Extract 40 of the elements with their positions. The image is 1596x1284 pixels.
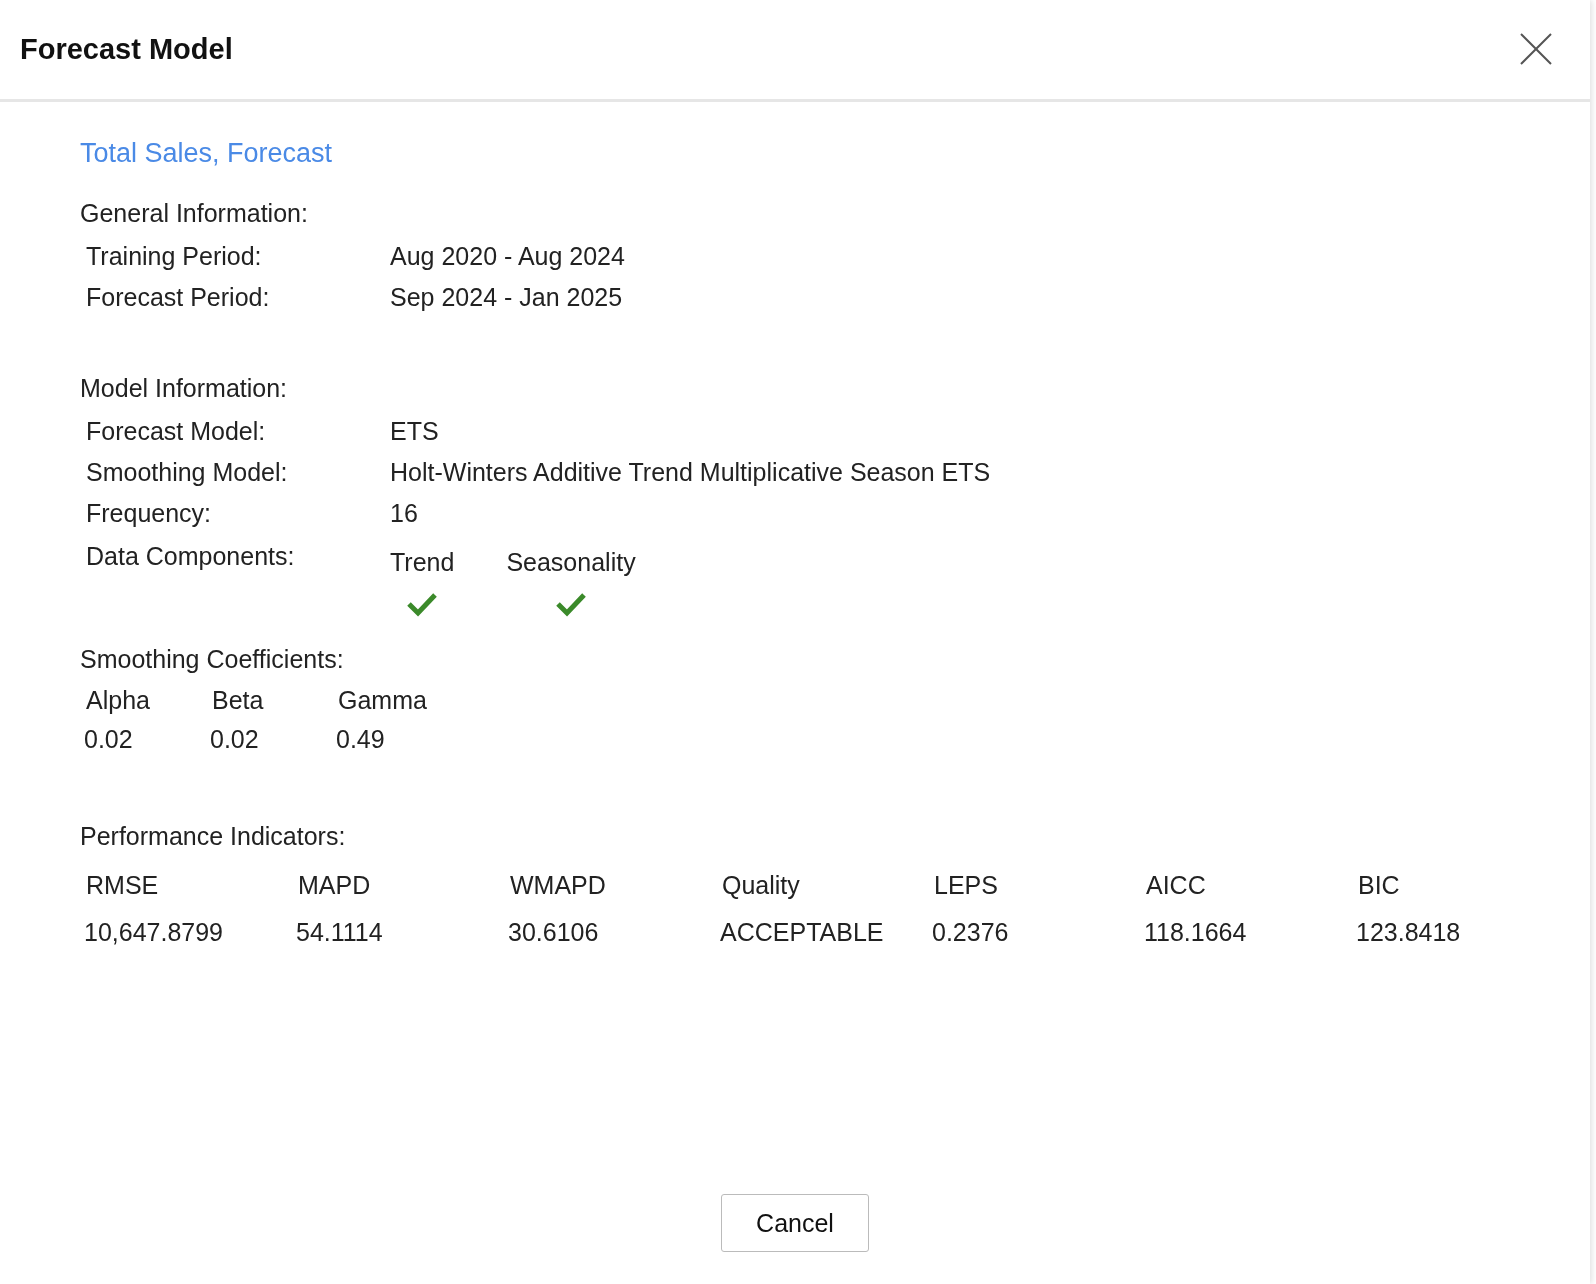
field-label: Smoothing Model: — [86, 458, 289, 487]
field-value: ETS — [390, 417, 440, 446]
field-value: 16 — [390, 499, 419, 528]
field-value: Holt-Winters Additive Trend Multiplicative Season ETS — [390, 458, 992, 487]
metric-name: Alpha — [85, 686, 151, 715]
metric-value: 54.1114 — [296, 918, 384, 947]
metric-value: ACCEPTABLE — [720, 918, 885, 947]
metric-value: 0.49 — [336, 725, 386, 754]
section-heading: General Information: — [80, 199, 308, 228]
section-heading: Model Information: — [80, 374, 288, 403]
field-label: Frequency: — [86, 499, 213, 528]
metric-name: Beta — [211, 686, 265, 715]
metric-value: 0.02 — [210, 725, 260, 754]
metric-value: 0.2376 — [932, 918, 1010, 947]
field-value: Sep 2024 - Jan 2025 — [390, 283, 624, 312]
metric-name: MAPD — [297, 871, 372, 900]
component-name: Trend — [390, 548, 455, 577]
metric-value: 10,647.8799 — [84, 918, 225, 947]
metric-name: Gamma — [337, 686, 428, 715]
field-label: Training Period: — [86, 242, 263, 271]
field-label: Forecast Period: — [86, 283, 271, 312]
cancel-button[interactable]: Cancel — [721, 1194, 869, 1252]
metric-name: BIC — [1357, 871, 1401, 900]
section-heading: Smoothing Coefficients: — [80, 645, 345, 674]
metric-name: WMAPD — [509, 871, 607, 900]
metric-name: LEPS — [933, 871, 999, 900]
field-value: Aug 2020 - Aug 2024 — [390, 242, 626, 271]
dialog-title: Forecast Model — [20, 33, 233, 66]
metric-name: Quality — [721, 871, 801, 900]
component-name: Seasonality — [506, 548, 636, 577]
metric-name: RMSE — [85, 871, 160, 900]
metric-value: 30.6106 — [508, 918, 600, 947]
section-heading: Performance Indicators: — [80, 822, 347, 851]
metric-value: 118.1664 — [1144, 918, 1248, 947]
field-label: Forecast Model: — [86, 417, 267, 446]
metric-value: 0.02 — [84, 725, 134, 754]
field-label: Data Components: — [86, 542, 296, 572]
metric-name: AICC — [1145, 871, 1207, 900]
close-icon — [1519, 31, 1553, 66]
metric-value: 123.8418 — [1356, 918, 1462, 947]
